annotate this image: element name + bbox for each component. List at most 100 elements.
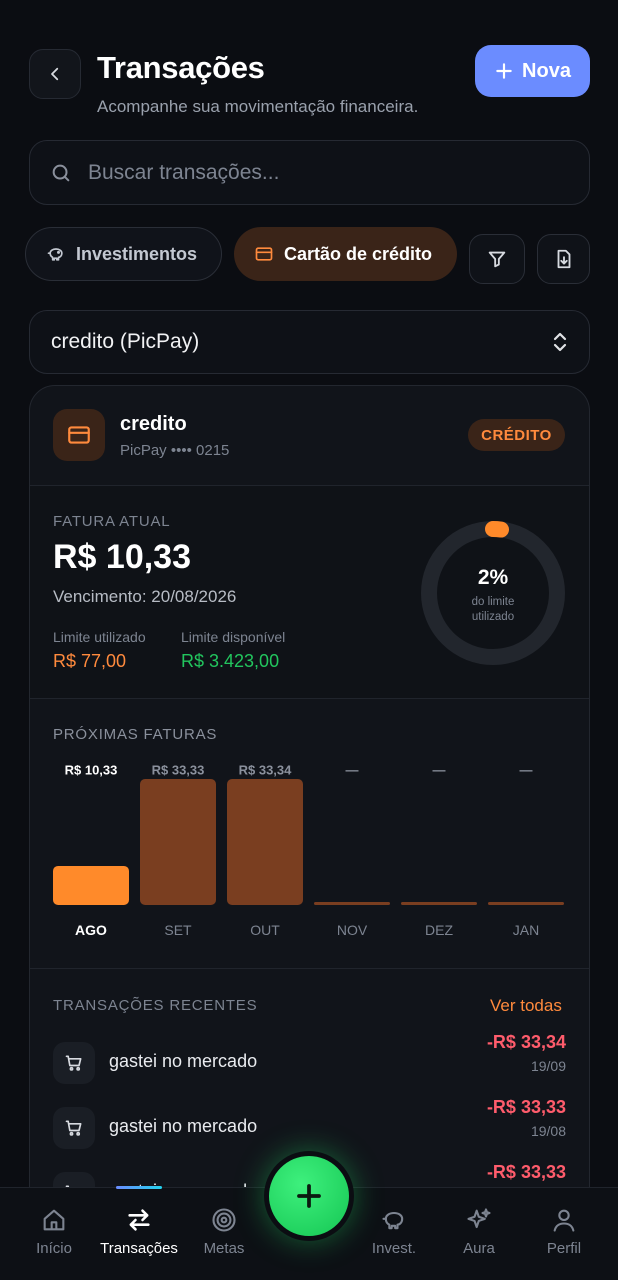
target-icon <box>212 1208 236 1232</box>
transaction-row[interactable]: gastei no mercado -R$ 33,34 19/09 <box>30 1032 589 1102</box>
filter-chip-investments[interactable]: Investimentos <box>25 227 222 281</box>
limit-available-label: Limite disponível <box>181 629 286 645</box>
nav-aura-label: Aura <box>463 1240 495 1257</box>
bar-dez[interactable] <box>401 902 477 905</box>
account-select-value: credito (PicPay) <box>51 330 200 353</box>
usage-percent: 2% <box>477 566 509 589</box>
bar-value-label: R$ 10,33 <box>65 763 118 778</box>
nav-transactions[interactable]: Transações <box>94 1206 184 1257</box>
new-transaction-label: Nova <box>522 59 571 82</box>
nav-aura[interactable]: Aura <box>434 1206 524 1257</box>
cart-icon <box>65 1120 82 1136</box>
bar-category-label: DEZ <box>425 922 453 938</box>
add-transaction-fab[interactable] <box>264 1151 354 1241</box>
upcoming-invoices-chart: R$ 10,33 AGO R$ 33,33 SET R$ 33,34 OUT — NOV — DE… <box>53 763 564 938</box>
home-icon <box>43 1209 65 1231</box>
new-transaction-button[interactable]: Nova <box>475 45 590 97</box>
transaction-date: 19/09 <box>530 1058 566 1074</box>
nav-profile-label: Perfil <box>546 1240 582 1257</box>
bar-value-label: R$ 33,34 <box>239 763 293 778</box>
account-select[interactable]: credito (PicPay) <box>29 310 590 374</box>
bar-value-label: R$ 33,33 <box>152 763 205 778</box>
filter-chip-investments-label: Investimentos <box>76 243 198 264</box>
see-all-link[interactable]: Ver todas <box>490 996 562 1016</box>
upcoming-invoices-title: PRÓXIMAS FATURAS <box>53 726 218 743</box>
piggy-bank-icon <box>47 248 63 261</box>
plus-icon <box>297 1184 321 1208</box>
user-icon <box>553 1209 575 1232</box>
piggy-bank-icon <box>382 1211 404 1230</box>
current-invoice-amount: R$ 10,33 <box>53 538 191 576</box>
due-date: Vencimento: 20/08/2026 <box>53 587 237 606</box>
card-name: credito <box>120 413 187 435</box>
page-title: Transações <box>97 50 265 85</box>
limit-available-value: R$ 3.423,00 <box>181 651 280 671</box>
active-tab-indicator <box>116 1186 162 1189</box>
chevron-up-down-icon <box>553 332 567 352</box>
bar-set[interactable] <box>140 779 216 905</box>
search-icon <box>52 164 70 181</box>
card-header: credito PicPay •••• 0215 CRÉDITO <box>30 386 589 486</box>
credit-card-icon <box>255 247 273 261</box>
transaction-amount: -R$ 33,34 <box>486 1032 566 1052</box>
limit-used-value: R$ 77,00 <box>53 651 127 671</box>
bar-jan[interactable] <box>488 902 564 905</box>
filter-icon <box>488 251 506 268</box>
filter-chip-credit-card-label: Cartão de crédito <box>284 243 433 264</box>
bar-value-label: — <box>520 763 533 778</box>
bar-category-label: OUT <box>250 922 280 938</box>
card-icon-box <box>53 409 105 461</box>
upcoming-invoices-section: PRÓXIMAS FATURAS R$ 10,33 AGO R$ 33,33 SET R… <box>30 699 589 969</box>
nav-transactions-label: Transações <box>100 1240 178 1257</box>
usage-caption-line1: do limite <box>471 596 515 608</box>
bar-value-label: — <box>346 763 359 778</box>
transaction-amount: -R$ 33,33 <box>486 1097 566 1117</box>
plus-icon <box>496 63 512 79</box>
search-bar[interactable] <box>29 140 590 205</box>
bar-nov[interactable] <box>314 902 390 905</box>
fab-circle <box>269 1156 349 1236</box>
nav-profile[interactable]: Perfil <box>519 1206 609 1257</box>
bar-ago[interactable] <box>53 865 129 905</box>
transaction-date: 19/08 <box>530 1123 566 1139</box>
card-type-badge: CRÉDITO <box>468 419 565 451</box>
bar-category-label: JAN <box>513 922 539 938</box>
export-button[interactable] <box>537 234 590 284</box>
bar-category-label: SET <box>164 922 192 938</box>
limit-usage-ring: 2% do limite utilizado <box>420 520 566 666</box>
current-invoice-section: FATURA ATUAL R$ 10,33 Vencimento: 20/08/… <box>30 486 589 699</box>
sparkles-icon <box>467 1208 491 1229</box>
nav-invest[interactable]: Invest. <box>349 1206 439 1257</box>
credit-card-panel: credito PicPay •••• 0215 CRÉDITO FATURA … <box>29 385 590 1245</box>
usage-caption: do limite utilizado <box>420 595 566 625</box>
transaction-icon <box>53 1107 95 1149</box>
usage-ring-track <box>421 521 565 665</box>
nav-goals[interactable]: Metas <box>179 1206 269 1257</box>
filter-button[interactable] <box>469 234 525 284</box>
transaction-description: gastei no mercado <box>109 1116 258 1136</box>
transaction-amount: -R$ 33,33 <box>486 1162 566 1182</box>
nav-invest-label: Invest. <box>371 1240 417 1257</box>
nav-home[interactable]: Início <box>9 1206 99 1257</box>
cart-icon <box>65 1055 82 1071</box>
bar-category-label: NOV <box>337 922 368 938</box>
card-details: PicPay •••• 0215 <box>120 442 230 459</box>
current-invoice-label: FATURA ATUAL <box>53 513 171 530</box>
page-subtitle: Acompanhe sua movimentação financeira. <box>97 97 419 116</box>
bar-out[interactable] <box>227 779 303 905</box>
transaction-description: gastei no mercado <box>109 1051 258 1071</box>
nav-goals-label: Metas <box>203 1240 245 1257</box>
chevron-left-icon <box>51 67 59 81</box>
bar-category-label: AGO <box>75 922 107 938</box>
search-input[interactable] <box>88 160 548 185</box>
recent-transactions-title: TRANSAÇÕES RECENTES <box>53 997 258 1014</box>
limit-used-label: Limite utilizado <box>53 629 146 645</box>
credit-card-icon <box>68 426 90 444</box>
nav-home-label: Início <box>36 1240 72 1257</box>
arrows-exchange-icon <box>128 1209 150 1231</box>
transaction-icon <box>53 1042 95 1084</box>
back-button[interactable] <box>29 49 81 99</box>
filter-chip-credit-card[interactable]: Cartão de crédito <box>234 227 457 281</box>
file-download-icon <box>557 249 570 269</box>
usage-caption-line2: utilizado <box>471 611 515 623</box>
